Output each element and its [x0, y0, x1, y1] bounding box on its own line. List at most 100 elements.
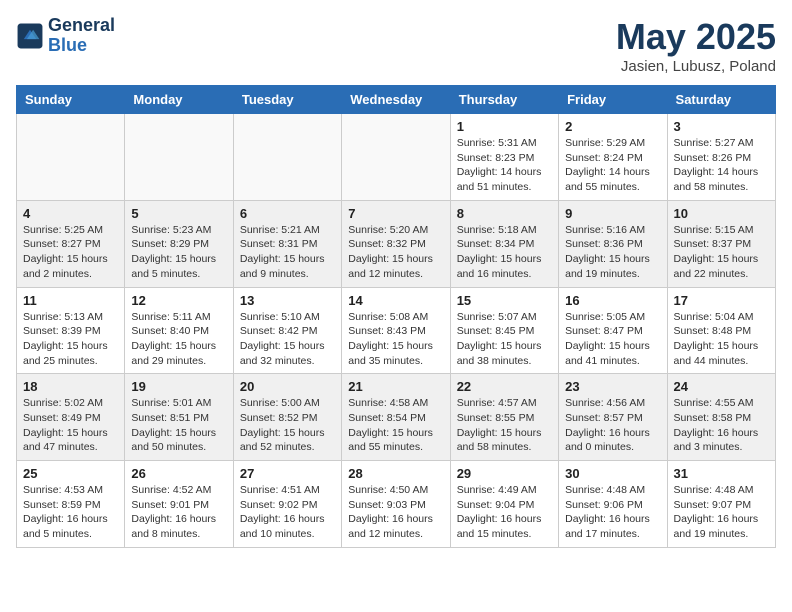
calendar-day-cell: 8 Sunrise: 5:18 AM Sunset: 8:34 PM Daylig…	[450, 200, 558, 287]
location-subtitle: Jasien, Lubusz, Poland	[616, 58, 776, 75]
calendar-week-row: 4Sunrise: 5:25 AM Sunset: 8:27 PM Daylig…	[17, 200, 776, 287]
day-number: 18	[23, 379, 118, 394]
day-info: Sunrise: 4:56 AM Sunset: 8:57 PM Dayligh…	[565, 396, 660, 455]
calendar-week-row: 18 Sunrise: 5:02 AM Sunset: 8:49 PM Dayli…	[17, 374, 776, 461]
weekday-header: Sunday	[17, 86, 125, 114]
logo: General Blue	[16, 16, 115, 56]
day-number: 31	[674, 466, 769, 481]
day-number: 3	[674, 119, 769, 134]
day-number: 30	[565, 466, 660, 481]
day-number: 13	[240, 293, 335, 308]
day-number: 20	[240, 379, 335, 394]
day-number: 22	[457, 379, 552, 394]
weekday-header: Saturday	[667, 86, 775, 114]
day-info: Sunrise: 4:51 AM Sunset: 9:02 PM Dayligh…	[240, 483, 335, 542]
month-title: May 2025	[616, 16, 776, 58]
day-number: 14	[348, 293, 443, 308]
day-info: Sunrise: 4:49 AM Sunset: 9:04 PM Dayligh…	[457, 483, 552, 542]
day-info: Sunrise: 4:48 AM Sunset: 9:07 PM Dayligh…	[674, 483, 769, 542]
calendar-day-cell: 17Sunrise: 5:04 AM Sunset: 8:48 PM Dayli…	[667, 287, 775, 374]
day-info: Sunrise: 5:01 AM Sunset: 8:51 PM Dayligh…	[131, 396, 226, 455]
day-info: Sunrise: 5:05 AM Sunset: 8:47 PM Dayligh…	[565, 310, 660, 369]
day-info: Sunrise: 5:07 AM Sunset: 8:45 PM Dayligh…	[457, 310, 552, 369]
day-number: 8	[457, 206, 552, 221]
calendar-day-cell: 14Sunrise: 5:08 AM Sunset: 8:43 PM Dayli…	[342, 287, 450, 374]
calendar-day-cell: 18 Sunrise: 5:02 AM Sunset: 8:49 PM Dayli…	[17, 374, 125, 461]
day-number: 7	[348, 206, 443, 221]
calendar-day-cell: 11 Sunrise: 5:13 AM Sunset: 8:39 PM Dayli…	[17, 287, 125, 374]
page-header: General Blue May 2025 Jasien, Lubusz, Po…	[16, 16, 776, 75]
calendar-day-cell: 31 Sunrise: 4:48 AM Sunset: 9:07 PM Dayli…	[667, 461, 775, 548]
logo-icon	[16, 22, 44, 50]
day-info: Sunrise: 4:52 AM Sunset: 9:01 PM Dayligh…	[131, 483, 226, 542]
day-info: Sunrise: 5:02 AM Sunset: 8:49 PM Dayligh…	[23, 396, 118, 455]
day-info: Sunrise: 5:31 AM Sunset: 8:23 PM Dayligh…	[457, 136, 552, 195]
calendar-day-cell	[342, 114, 450, 201]
day-number: 28	[348, 466, 443, 481]
calendar-day-cell: 26 Sunrise: 4:52 AM Sunset: 9:01 PM Dayli…	[125, 461, 233, 548]
day-number: 10	[674, 206, 769, 221]
calendar-day-cell: 27 Sunrise: 4:51 AM Sunset: 9:02 PM Dayli…	[233, 461, 341, 548]
day-number: 9	[565, 206, 660, 221]
day-number: 11	[23, 293, 118, 308]
calendar-day-cell: 3 Sunrise: 5:27 AM Sunset: 8:26 PM Daylig…	[667, 114, 775, 201]
day-number: 24	[674, 379, 769, 394]
day-number: 1	[457, 119, 552, 134]
calendar-day-cell: 23 Sunrise: 4:56 AM Sunset: 8:57 PM Dayli…	[559, 374, 667, 461]
calendar-day-cell: 12 Sunrise: 5:11 AM Sunset: 8:40 PM Dayli…	[125, 287, 233, 374]
calendar-day-cell	[125, 114, 233, 201]
day-number: 12	[131, 293, 226, 308]
day-info: Sunrise: 4:57 AM Sunset: 8:55 PM Dayligh…	[457, 396, 552, 455]
calendar-week-row: 25Sunrise: 4:53 AM Sunset: 8:59 PM Dayli…	[17, 461, 776, 548]
calendar-day-cell: 24 Sunrise: 4:55 AM Sunset: 8:58 PM Dayli…	[667, 374, 775, 461]
calendar-day-cell: 30 Sunrise: 4:48 AM Sunset: 9:06 PM Dayli…	[559, 461, 667, 548]
calendar-day-cell: 4Sunrise: 5:25 AM Sunset: 8:27 PM Daylig…	[17, 200, 125, 287]
day-number: 26	[131, 466, 226, 481]
day-info: Sunrise: 5:27 AM Sunset: 8:26 PM Dayligh…	[674, 136, 769, 195]
day-info: Sunrise: 5:29 AM Sunset: 8:24 PM Dayligh…	[565, 136, 660, 195]
day-info: Sunrise: 5:23 AM Sunset: 8:29 PM Dayligh…	[131, 223, 226, 282]
calendar-day-cell: 6 Sunrise: 5:21 AM Sunset: 8:31 PM Daylig…	[233, 200, 341, 287]
calendar-day-cell: 7 Sunrise: 5:20 AM Sunset: 8:32 PM Daylig…	[342, 200, 450, 287]
calendar-day-cell: 15Sunrise: 5:07 AM Sunset: 8:45 PM Dayli…	[450, 287, 558, 374]
weekday-header: Wednesday	[342, 86, 450, 114]
day-info: Sunrise: 5:11 AM Sunset: 8:40 PM Dayligh…	[131, 310, 226, 369]
day-info: Sunrise: 4:58 AM Sunset: 8:54 PM Dayligh…	[348, 396, 443, 455]
day-info: Sunrise: 4:55 AM Sunset: 8:58 PM Dayligh…	[674, 396, 769, 455]
title-block: May 2025 Jasien, Lubusz, Poland	[616, 16, 776, 75]
day-info: Sunrise: 5:15 AM Sunset: 8:37 PM Dayligh…	[674, 223, 769, 282]
day-number: 2	[565, 119, 660, 134]
calendar-day-cell: 25Sunrise: 4:53 AM Sunset: 8:59 PM Dayli…	[17, 461, 125, 548]
day-number: 25	[23, 466, 118, 481]
day-info: Sunrise: 5:00 AM Sunset: 8:52 PM Dayligh…	[240, 396, 335, 455]
calendar-day-cell: 13Sunrise: 5:10 AM Sunset: 8:42 PM Dayli…	[233, 287, 341, 374]
day-number: 27	[240, 466, 335, 481]
calendar-day-cell: 16 Sunrise: 5:05 AM Sunset: 8:47 PM Dayli…	[559, 287, 667, 374]
day-number: 23	[565, 379, 660, 394]
day-info: Sunrise: 5:21 AM Sunset: 8:31 PM Dayligh…	[240, 223, 335, 282]
day-info: Sunrise: 5:16 AM Sunset: 8:36 PM Dayligh…	[565, 223, 660, 282]
day-info: Sunrise: 5:20 AM Sunset: 8:32 PM Dayligh…	[348, 223, 443, 282]
day-number: 19	[131, 379, 226, 394]
logo-line2: Blue	[48, 36, 115, 56]
day-number: 29	[457, 466, 552, 481]
day-number: 5	[131, 206, 226, 221]
day-number: 21	[348, 379, 443, 394]
calendar-day-cell: 1 Sunrise: 5:31 AM Sunset: 8:23 PM Daylig…	[450, 114, 558, 201]
day-info: Sunrise: 5:04 AM Sunset: 8:48 PM Dayligh…	[674, 310, 769, 369]
calendar-day-cell: 28Sunrise: 4:50 AM Sunset: 9:03 PM Dayli…	[342, 461, 450, 548]
calendar-header-row: SundayMondayTuesdayWednesdayThursdayFrid…	[17, 86, 776, 114]
day-number: 6	[240, 206, 335, 221]
weekday-header: Tuesday	[233, 86, 341, 114]
day-info: Sunrise: 5:13 AM Sunset: 8:39 PM Dayligh…	[23, 310, 118, 369]
calendar-day-cell: 2 Sunrise: 5:29 AM Sunset: 8:24 PM Daylig…	[559, 114, 667, 201]
day-info: Sunrise: 4:48 AM Sunset: 9:06 PM Dayligh…	[565, 483, 660, 542]
calendar-day-cell: 22 Sunrise: 4:57 AM Sunset: 8:55 PM Dayli…	[450, 374, 558, 461]
day-number: 4	[23, 206, 118, 221]
day-number: 16	[565, 293, 660, 308]
day-info: Sunrise: 5:18 AM Sunset: 8:34 PM Dayligh…	[457, 223, 552, 282]
calendar-day-cell: 10 Sunrise: 5:15 AM Sunset: 8:37 PM Dayli…	[667, 200, 775, 287]
calendar-day-cell: 19 Sunrise: 5:01 AM Sunset: 8:51 PM Dayli…	[125, 374, 233, 461]
calendar-day-cell: 9 Sunrise: 5:16 AM Sunset: 8:36 PM Daylig…	[559, 200, 667, 287]
calendar-day-cell: 29 Sunrise: 4:49 AM Sunset: 9:04 PM Dayli…	[450, 461, 558, 548]
